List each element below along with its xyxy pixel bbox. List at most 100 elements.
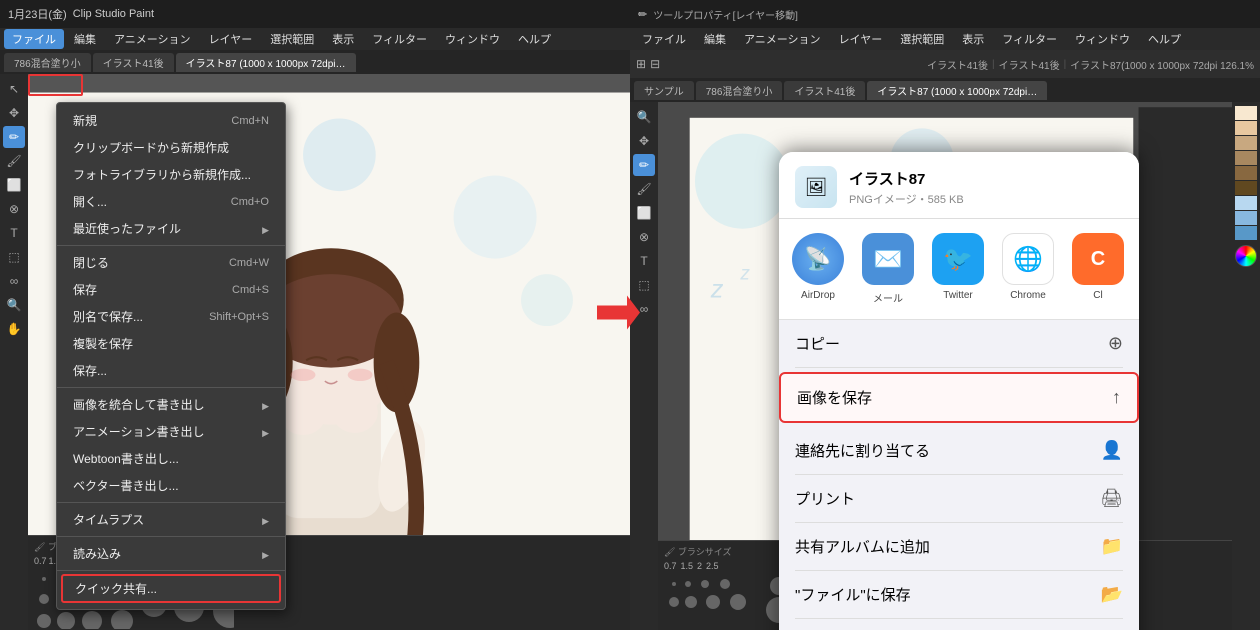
dd-save-dot[interactable]: 保存... bbox=[57, 357, 285, 384]
right-menu-layer[interactable]: レイヤー bbox=[831, 29, 891, 49]
action-assign-contact[interactable]: 連絡先に割り当てる 👤 bbox=[795, 427, 1123, 475]
dd-new[interactable]: 新規 Cmd+N bbox=[57, 107, 285, 134]
right-menu-window[interactable]: ウィンドウ bbox=[1067, 29, 1138, 49]
tool-brush[interactable]: 🖌 bbox=[3, 150, 25, 172]
dd-vector[interactable]: ベクター書き出し... bbox=[57, 472, 285, 499]
tool-fill[interactable]: ⊗ bbox=[3, 198, 25, 220]
tool-text[interactable]: T bbox=[3, 222, 25, 244]
tool-zoom[interactable]: 🔍 bbox=[3, 294, 25, 316]
menu-animation[interactable]: アニメーション bbox=[106, 29, 199, 49]
action-copy[interactable]: コピー ⊕ bbox=[795, 320, 1123, 368]
rs-search[interactable]: 🔍 bbox=[633, 106, 655, 128]
app-clip[interactable]: C Cl bbox=[1069, 233, 1127, 305]
twitter-icon: 🐦 bbox=[932, 233, 984, 285]
swatch-2[interactable] bbox=[1235, 121, 1257, 135]
rs-lasso[interactable]: ∞ bbox=[633, 298, 655, 320]
rs-brush[interactable]: 🖌 bbox=[633, 178, 655, 200]
dd-save-copy[interactable]: 複製を保存 bbox=[57, 330, 285, 357]
dd-recent[interactable]: 最近使ったファイル bbox=[57, 215, 285, 242]
swatch-8[interactable] bbox=[1235, 211, 1257, 225]
share-title-area: イラスト87 PNGイメージ・585 KB bbox=[849, 168, 964, 207]
menu-layer[interactable]: レイヤー bbox=[201, 29, 261, 49]
share-sheet: 🖼 イラスト87 PNGイメージ・585 KB 📡 AirDrop bbox=[779, 152, 1139, 630]
right-tool-label: ツールプロパティ[レイヤー移動] bbox=[653, 7, 798, 22]
svg-text:z: z bbox=[739, 263, 750, 284]
app-mail[interactable]: ✉️ メール bbox=[859, 233, 917, 305]
swatch-6[interactable] bbox=[1235, 181, 1257, 195]
right-tab-4[interactable]: イラスト87 (1000 x 1000px 72dpi 126.1% bbox=[867, 81, 1047, 100]
save-files-icon: 📂 bbox=[1101, 584, 1123, 605]
airdrop-icon: 📡 bbox=[792, 233, 844, 285]
rt-icon-2: ⊟ bbox=[650, 57, 660, 71]
tab-2[interactable]: イラスト41後 bbox=[93, 53, 174, 72]
twitter-label: Twitter bbox=[943, 290, 972, 301]
right-menu-edit[interactable]: 編集 bbox=[696, 29, 734, 49]
action-print[interactable]: プリント 🖨 bbox=[795, 475, 1123, 523]
dd-import[interactable]: 読み込み bbox=[57, 540, 285, 567]
menu-file[interactable]: ファイル bbox=[4, 29, 64, 49]
rs-move[interactable]: ✥ bbox=[633, 130, 655, 152]
tool-lasso[interactable]: ∞ bbox=[3, 270, 25, 292]
action-save-files[interactable]: "ファイル"に保存 📂 bbox=[795, 571, 1123, 619]
swatch-4[interactable] bbox=[1235, 151, 1257, 165]
rs-eraser[interactable]: ⬜ bbox=[633, 202, 655, 224]
menu-edit[interactable]: 編集 bbox=[66, 29, 104, 49]
swatch-7[interactable] bbox=[1235, 196, 1257, 210]
dd-close[interactable]: 閉じる Cmd+W bbox=[57, 249, 285, 276]
rs-text[interactable]: T bbox=[633, 250, 655, 272]
tab-3[interactable]: イラスト87 (1000 x 1000px 72dpi 120 bbox=[176, 53, 356, 72]
swatch-3[interactable] bbox=[1235, 136, 1257, 150]
app-airdrop[interactable]: 📡 AirDrop bbox=[789, 233, 847, 305]
rs-select[interactable]: ⬚ bbox=[633, 274, 655, 296]
color-wheel[interactable] bbox=[1235, 245, 1257, 267]
dd-export-merged[interactable]: 画像を統合して書き出し bbox=[57, 391, 285, 418]
swatch-9[interactable] bbox=[1235, 226, 1257, 240]
right-menu-sel[interactable]: 選択範囲 bbox=[892, 29, 952, 49]
action-shared-album[interactable]: 共有アルバムに追加 📁 bbox=[795, 523, 1123, 571]
dd-new-clipboard[interactable]: クリップボードから新規作成 bbox=[57, 134, 285, 161]
swatch-1[interactable] bbox=[1235, 106, 1257, 120]
right-menu-view[interactable]: 表示 bbox=[954, 29, 992, 49]
clip-icon: C bbox=[1072, 233, 1124, 285]
right-tab-3[interactable]: イラスト41後 bbox=[784, 81, 865, 100]
rs-pen[interactable]: ✏ bbox=[633, 154, 655, 176]
dropdown-menu: 新規 Cmd+N クリップボードから新規作成 フォトライブラリから新規作成...… bbox=[56, 102, 286, 610]
dd-quick-share[interactable]: クイック共有... bbox=[61, 574, 281, 603]
share-thumbnail: 🖼 bbox=[795, 166, 837, 208]
menu-selection[interactable]: 選択範囲 bbox=[262, 29, 322, 49]
app-twitter[interactable]: 🐦 Twitter bbox=[929, 233, 987, 305]
app-chrome[interactable]: 🌐 Chrome bbox=[999, 233, 1057, 305]
tool-pen[interactable]: ✏ bbox=[3, 126, 25, 148]
right-tab-1[interactable]: サンプル bbox=[634, 81, 694, 100]
menu-view[interactable]: 表示 bbox=[324, 29, 362, 49]
dd-new-photo[interactable]: フォトライブラリから新規作成... bbox=[57, 161, 285, 188]
chrome-label: Chrome bbox=[1010, 290, 1046, 301]
clip-label: Cl bbox=[1093, 290, 1102, 301]
tool-cursor[interactable]: ↖ bbox=[3, 78, 25, 100]
dd-open[interactable]: 開く... Cmd+O bbox=[57, 188, 285, 215]
right-tab-2[interactable]: 786混合塗り小 bbox=[696, 81, 783, 100]
dd-webtoon[interactable]: Webtoon書き出し... bbox=[57, 445, 285, 472]
right-menu-filter[interactable]: フィルター bbox=[994, 29, 1065, 49]
menu-filter[interactable]: フィルター bbox=[364, 29, 435, 49]
tool-eraser[interactable]: ⬜ bbox=[3, 174, 25, 196]
right-menu-anim[interactable]: アニメーション bbox=[736, 29, 829, 49]
rt-sep: | bbox=[992, 59, 995, 70]
action-save-image[interactable]: 画像を保存 ↑ bbox=[779, 372, 1139, 423]
tab-1[interactable]: 786混合塗り小 bbox=[4, 53, 91, 72]
dd-save[interactable]: 保存 Cmd+S bbox=[57, 276, 285, 303]
dd-export-anim[interactable]: アニメーション書き出し bbox=[57, 418, 285, 445]
color-wheel-area bbox=[1235, 245, 1257, 305]
right-menu-file[interactable]: ファイル bbox=[634, 29, 694, 49]
action-dropbox[interactable]: Dropboxに保存 📦 bbox=[795, 619, 1123, 630]
rs-fill[interactable]: ⊗ bbox=[633, 226, 655, 248]
tool-select[interactable]: ⬚ bbox=[3, 246, 25, 268]
dd-save-as[interactable]: 別名で保存... Shift+Opt+S bbox=[57, 303, 285, 330]
menu-window[interactable]: ウィンドウ bbox=[437, 29, 508, 49]
menu-help[interactable]: ヘルプ bbox=[510, 29, 559, 49]
tool-hand[interactable]: ✋ bbox=[3, 318, 25, 340]
dd-timelapse[interactable]: タイムラプス bbox=[57, 506, 285, 533]
swatch-5[interactable] bbox=[1235, 166, 1257, 180]
tool-move[interactable]: ✥ bbox=[3, 102, 25, 124]
right-menu-help[interactable]: ヘルプ bbox=[1140, 29, 1189, 49]
